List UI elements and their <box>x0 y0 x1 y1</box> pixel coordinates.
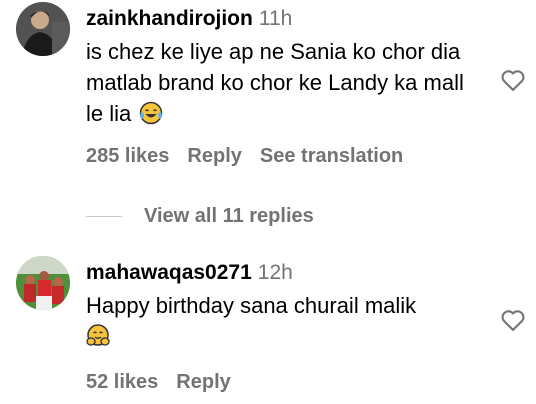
avatar-photo <box>16 2 70 56</box>
hugging-face-icon <box>86 324 110 346</box>
reply-button[interactable]: Reply <box>176 371 230 393</box>
face-with-tears-of-joy-icon <box>140 101 163 125</box>
see-translation-button[interactable]: See translation <box>260 145 403 167</box>
timestamp: 12h <box>257 261 293 284</box>
comment-actions: 285 likes Reply See translation <box>86 145 421 168</box>
comment-text-content: Happy birthday sana churail malik <box>86 293 417 318</box>
comment-text: is chez ke liye ap ne Sania ko chor dia … <box>86 36 486 129</box>
comment-header: zainkhandirojion 11h <box>86 6 486 32</box>
comment-text: Happy birthday sana churail malik <box>86 290 486 352</box>
avatar[interactable] <box>16 256 70 310</box>
avatar[interactable] <box>16 2 70 56</box>
reply-button[interactable]: Reply <box>187 145 241 167</box>
heart-outline-icon[interactable] <box>498 306 528 334</box>
avatar-photo <box>16 256 70 310</box>
heart-outline-icon[interactable] <box>498 66 528 94</box>
comment-header: mahawaqas0271 12h <box>86 260 486 286</box>
username[interactable]: mahawaqas0271 <box>86 261 252 284</box>
likes-count[interactable]: 285 likes <box>86 145 169 167</box>
timestamp: 11h <box>258 7 293 30</box>
view-replies-row[interactable]: View all 11 replies <box>86 203 314 229</box>
likes-count[interactable]: 52 likes <box>86 371 158 393</box>
username[interactable]: zainkhandirojion <box>86 7 253 30</box>
comment-actions: 52 likes Reply <box>86 371 249 394</box>
view-replies-button[interactable]: View all 11 replies <box>144 205 314 228</box>
replies-divider <box>86 215 122 217</box>
